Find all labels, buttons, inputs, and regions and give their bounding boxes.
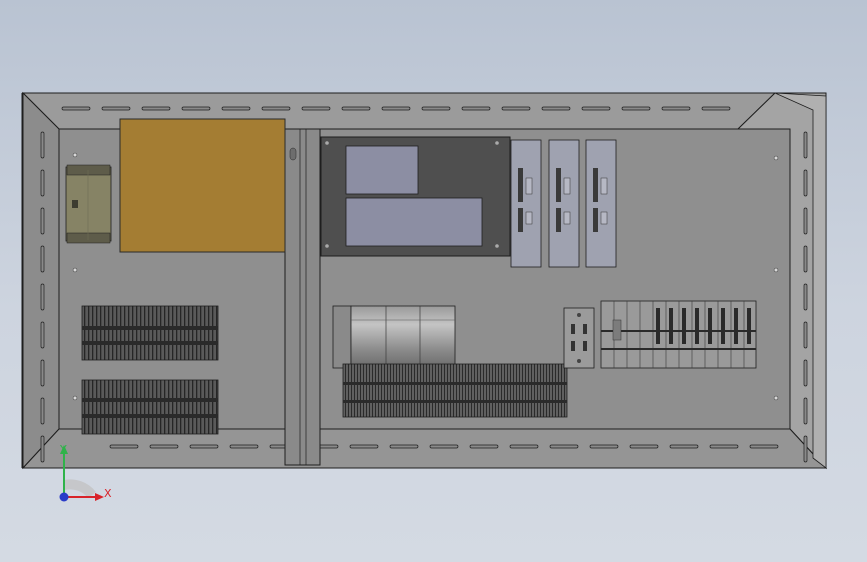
circuit-breaker[interactable] (548, 139, 580, 268)
left-slot (40, 245, 45, 273)
left-slot (40, 397, 45, 425)
circuit-breaker[interactable] (585, 139, 617, 268)
bottom-slot (549, 444, 579, 449)
top-slot (621, 106, 651, 111)
left-slot (40, 321, 45, 349)
left-slot (40, 131, 45, 159)
breaker-group (510, 139, 617, 268)
power-outlet[interactable] (563, 307, 595, 369)
bottom-slot (589, 444, 619, 449)
top-slot (181, 106, 211, 111)
left-slot (40, 207, 45, 235)
mounting-hole (72, 267, 78, 273)
bottom-slot (469, 444, 499, 449)
top-slot (461, 106, 491, 111)
top-slot (221, 106, 251, 111)
vertical-divider-rail (284, 128, 321, 466)
right-slot (803, 283, 808, 311)
top-slot (101, 106, 131, 111)
bottom-slot (629, 444, 659, 449)
terminal-block-left-top[interactable] (81, 305, 219, 361)
display-screen-top (345, 145, 419, 195)
right-slot (803, 245, 808, 273)
cylindrical-filter[interactable] (332, 305, 456, 369)
mounting-hole (72, 152, 78, 158)
mounting-hole (72, 395, 78, 401)
display-screen-bottom (345, 197, 483, 247)
bottom-slot (509, 444, 539, 449)
mounting-hole (773, 395, 779, 401)
top-slot (61, 106, 91, 111)
left-slot (40, 435, 45, 463)
bottom-slot (189, 444, 219, 449)
control-module-plate[interactable] (320, 136, 511, 257)
left-slot (40, 283, 45, 311)
right-slot (803, 321, 808, 349)
bottom-slot (429, 444, 459, 449)
left-slot (40, 169, 45, 197)
top-slot (501, 106, 531, 111)
top-slot (701, 106, 731, 111)
top-slot (581, 106, 611, 111)
enclosure-model-view[interactable] (0, 0, 867, 562)
bottom-slot (749, 444, 779, 449)
top-slot (541, 106, 571, 111)
bottom-slot (149, 444, 179, 449)
mounting-hole (773, 155, 779, 161)
top-slot (141, 106, 171, 111)
cad-viewport[interactable]: Y X (0, 0, 867, 562)
right-slot (803, 435, 808, 463)
right-slot (803, 131, 808, 159)
din-rail-modules[interactable] (600, 300, 757, 369)
bottom-slot (709, 444, 739, 449)
right-slot (803, 397, 808, 425)
bottom-slot (389, 444, 419, 449)
x-axis-label: X (104, 487, 112, 500)
top-slot (261, 106, 291, 111)
top-slot (381, 106, 411, 111)
orange-enclosure-block[interactable] (119, 118, 286, 253)
mounting-hole (773, 267, 779, 273)
right-slot (803, 359, 808, 387)
terminal-block-left-bottom[interactable] (81, 379, 219, 435)
bottom-slot (229, 444, 259, 449)
z-axis-dot (59, 492, 69, 502)
top-slot (301, 106, 331, 111)
relay-module[interactable] (65, 164, 112, 244)
top-slot (661, 106, 691, 111)
terminal-block-center[interactable] (342, 363, 568, 418)
bottom-slot (669, 444, 699, 449)
right-slot (803, 169, 808, 197)
right-slot (803, 207, 808, 235)
circuit-breaker[interactable] (510, 139, 542, 268)
y-axis-label: Y (60, 443, 67, 456)
top-slot (421, 106, 451, 111)
top-slot (341, 106, 371, 111)
left-slot (40, 359, 45, 387)
bottom-slot (349, 444, 379, 449)
